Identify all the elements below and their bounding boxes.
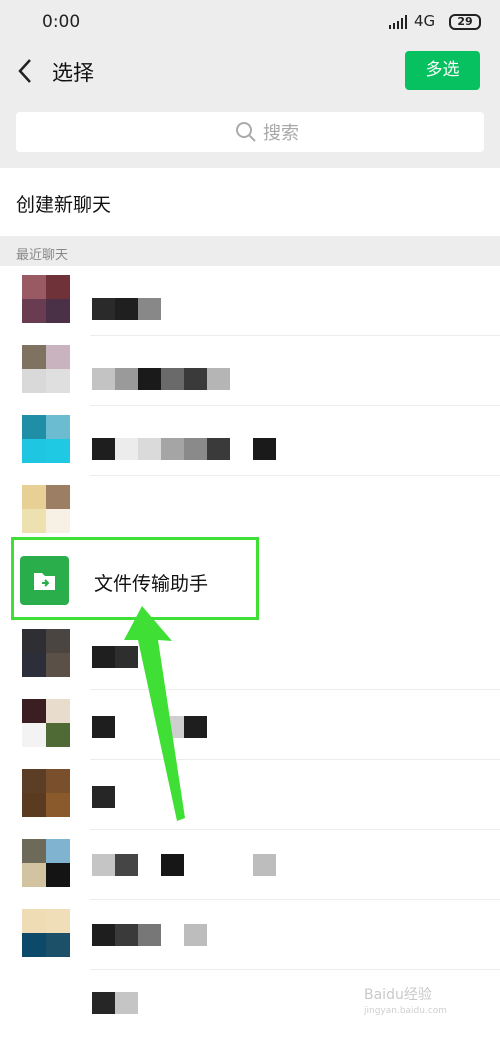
file-transfer-name[interactable]: 文件传输助手 [94,569,208,596]
avatar [22,345,70,393]
create-new-chat-item[interactable]: 创建新聊天 [0,168,500,236]
chat-row[interactable] [0,476,500,546]
blurred-name [92,992,138,1014]
multi-select-button[interactable]: 多选 [405,51,480,90]
status-time: 0:00 [42,12,81,32]
back-icon[interactable] [14,56,36,86]
chat-row[interactable] [0,266,500,336]
avatar [22,275,70,323]
chat-row[interactable] [0,690,500,760]
search-icon [236,122,256,142]
chat-row[interactable] [0,900,500,970]
watermark-brand: Baidu经验 [364,987,432,1003]
blurred-name [92,438,276,460]
chat-row[interactable] [0,830,500,900]
folder-icon [20,556,69,605]
signal-icon [389,15,407,29]
blurred-name [92,716,207,738]
chat-row[interactable] [0,760,500,830]
chat-row[interactable] [0,336,500,406]
watermark-url: jingyan.baidu.com [364,1006,448,1016]
search-input[interactable]: 搜索 [16,112,484,152]
blurred-name [92,298,161,320]
avatar [22,415,70,463]
blurred-name [92,368,230,390]
page-title: 选择 [52,61,94,85]
chat-row[interactable] [0,620,500,690]
avatar [22,839,70,887]
watermark: Baidu经验 jingyan.baidu.com [364,984,447,1016]
avatar [22,699,70,747]
blurred-name [92,646,138,668]
search-placeholder: 搜索 [263,123,299,144]
avatar [22,629,70,677]
recent-chats-header: 最近聊天 [0,236,500,266]
avatar [22,769,70,817]
battery-icon: 29 [449,14,481,30]
avatar [22,909,70,957]
blurred-name [92,924,207,946]
blurred-name [92,786,115,808]
status-bar: 0:00 4G 29 [0,0,500,44]
chat-row[interactable] [0,406,500,476]
avatar [22,485,70,533]
network-type: 4G [414,12,436,30]
create-new-chat-label: 创建新聊天 [16,194,112,216]
blurred-name [92,854,276,876]
recent-chats-label: 最近聊天 [16,248,69,263]
